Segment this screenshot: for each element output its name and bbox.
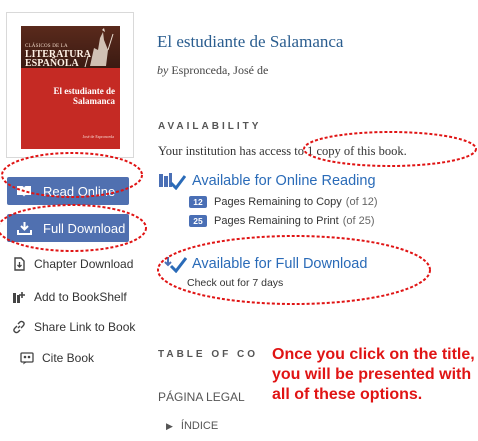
download-icon	[15, 220, 33, 236]
copy-pages-row: 12 Pages Remaining to Copy (of 12)	[189, 196, 378, 208]
full-download-title-label: Available for Full Download	[192, 256, 368, 272]
cover-author: José de Espronceda	[82, 134, 114, 139]
read-online-button[interactable]: Read Online	[7, 177, 129, 205]
print-pages-row: 25 Pages Remaining to Print (of 25)	[189, 215, 375, 227]
add-to-bookshelf-link[interactable]: Add to BookShelf	[12, 290, 127, 304]
copy-label: Pages Remaining to Copy	[214, 196, 342, 208]
cover-title: El estudiante de Salamanca	[53, 86, 115, 106]
share-link-to-book[interactable]: Share Link to Book	[12, 320, 135, 334]
cover-collection: LITERATURA ESPAÑOLA	[25, 49, 91, 69]
print-label: Pages Remaining to Print	[214, 215, 339, 227]
instruction-annotation: Once you click on the title, you will be…	[270, 345, 478, 405]
available-full-download-link[interactable]: Available for Full Download	[163, 255, 367, 273]
author-byline: by Espronceda, José de	[157, 63, 268, 78]
link-icon	[12, 320, 26, 334]
share-link-label: Share Link to Book	[34, 320, 136, 334]
book-title[interactable]: El estudiante de Salamanca	[157, 32, 343, 52]
read-online-label: Read Online	[43, 183, 116, 199]
toc-item-indice-label: ÍNDICE	[180, 420, 219, 432]
chapter-download-icon	[12, 257, 26, 271]
full-download-label: Full Download	[43, 220, 126, 236]
cite-book-link[interactable]: Cite Book	[20, 351, 94, 365]
online-reading-label: Available for Online Reading	[192, 173, 376, 189]
books-check-icon	[158, 172, 186, 190]
print-count-badge: 25	[189, 215, 207, 227]
availability-heading: AVAILABILITY	[158, 121, 262, 132]
copy-of: (of 12)	[345, 196, 378, 208]
quote-icon	[20, 351, 34, 365]
author-name[interactable]: Espronceda, José de	[171, 63, 268, 77]
chapter-download-link[interactable]: Chapter Download	[12, 257, 133, 271]
don-quixote-illustration-icon	[84, 28, 114, 68]
add-to-shelf-icon	[12, 290, 26, 304]
open-book-icon	[15, 183, 33, 199]
checkout-period-text: Check out for 7 days	[187, 277, 284, 289]
toc-item-pagina-legal[interactable]: PÁGINA LEGAL	[158, 390, 245, 404]
available-online-reading-link[interactable]: Available for Online Reading	[158, 172, 376, 190]
download-check-icon	[163, 255, 187, 273]
book-cover-image[interactable]: CLÁSICOS DE LA LITERATURA ESPAÑOLA El es…	[21, 26, 120, 149]
print-of: (of 25)	[342, 215, 375, 227]
table-of-contents-heading: TABLE OF CO	[158, 349, 259, 360]
by-prefix: by	[157, 63, 169, 77]
expand-triangle-icon[interactable]: ▶	[166, 421, 173, 432]
cite-book-label: Cite Book	[42, 351, 95, 365]
availability-text: Your institution has access to 1 copy of…	[158, 144, 407, 158]
add-to-bookshelf-label: Add to BookShelf	[34, 290, 127, 304]
full-download-button[interactable]: Full Download	[7, 214, 129, 242]
chapter-download-label: Chapter Download	[34, 257, 134, 271]
copy-count-badge: 12	[189, 196, 207, 208]
toc-item-indice[interactable]: ▶ ÍNDICE	[166, 420, 218, 432]
